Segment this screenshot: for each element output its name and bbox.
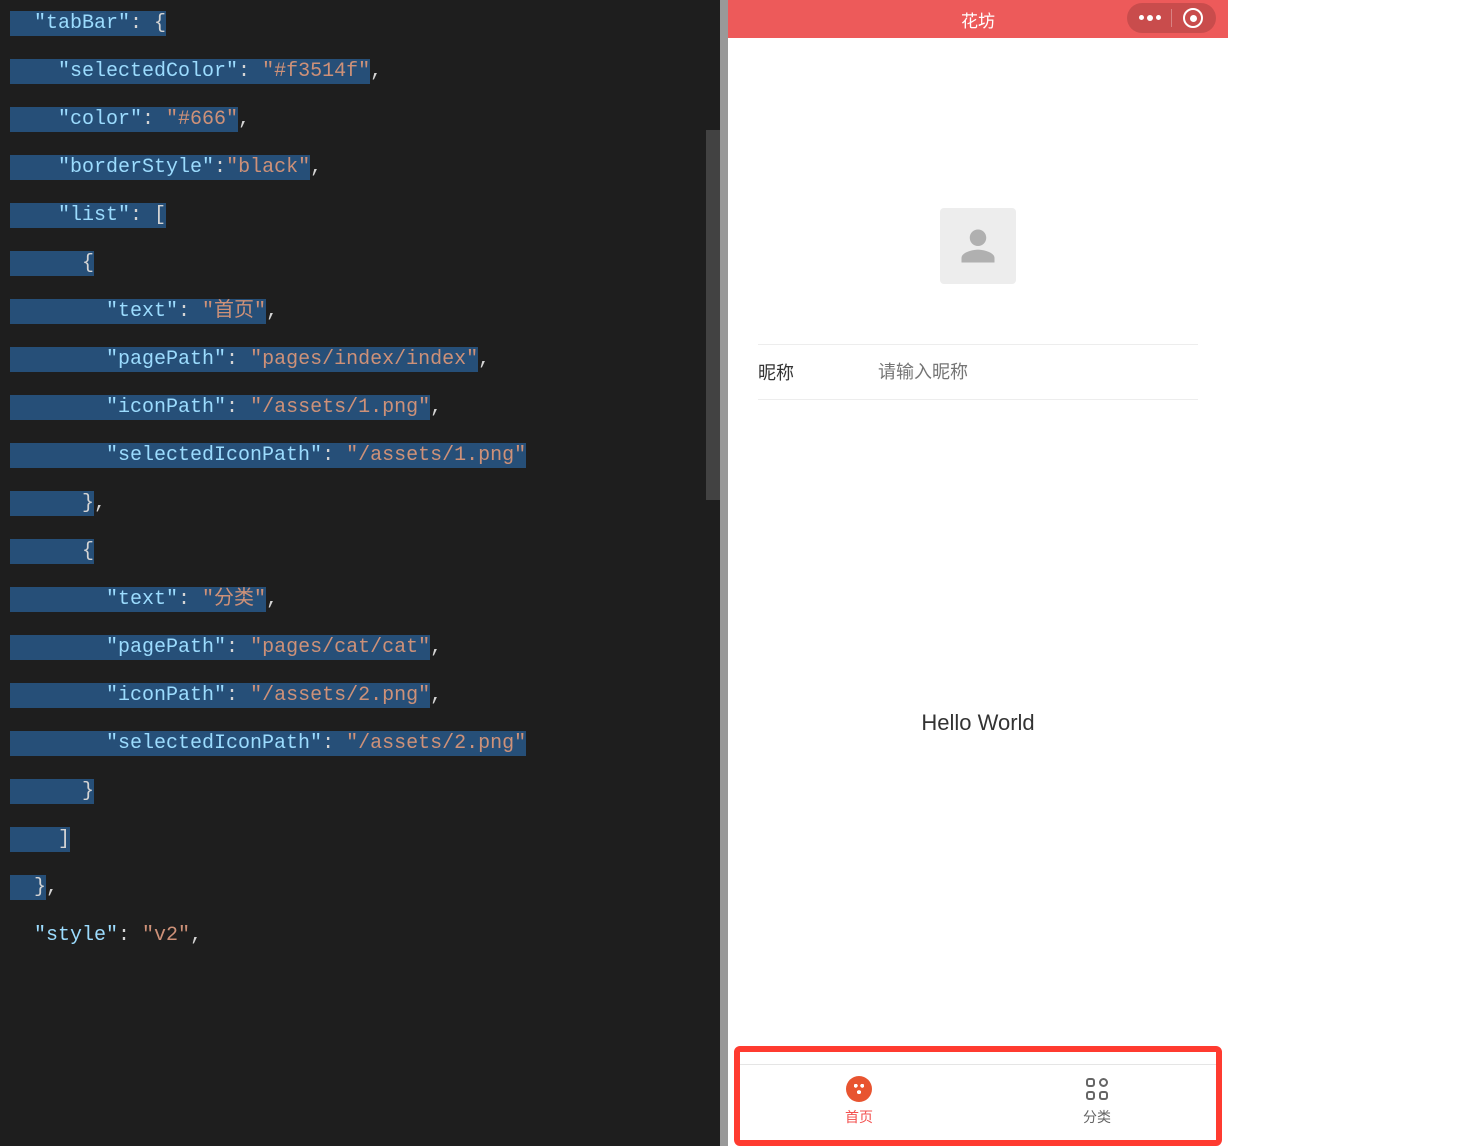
- dots-icon: [1139, 15, 1161, 21]
- panel-divider[interactable]: [720, 0, 728, 1146]
- avatar-button[interactable]: [940, 208, 1016, 284]
- code-editor[interactable]: "tabBar": { "selectedColor": "#f3514f", …: [0, 0, 720, 1146]
- page-title: 花坊: [961, 7, 995, 32]
- simulator-navbar: 花坊: [728, 0, 1228, 38]
- tab-bar: 首页 分类: [740, 1064, 1216, 1136]
- menu-button[interactable]: [1129, 4, 1171, 32]
- tab-category[interactable]: 分类: [978, 1065, 1216, 1136]
- tab-label: 首页: [845, 1107, 873, 1127]
- nickname-label: 昵称: [758, 359, 878, 385]
- tab-home[interactable]: 首页: [740, 1065, 978, 1136]
- user-icon: [956, 224, 1000, 268]
- nickname-input[interactable]: [878, 362, 1198, 383]
- avatar-section: [728, 38, 1228, 284]
- nickname-row: 昵称: [758, 344, 1198, 400]
- miniprogram-simulator: 花坊 昵称: [728, 0, 1228, 1146]
- grid-icon: [1083, 1075, 1111, 1103]
- target-icon: [1183, 8, 1203, 28]
- hello-text: Hello World: [728, 710, 1228, 736]
- scrollbar-thumb[interactable]: [706, 130, 720, 500]
- close-button[interactable]: [1172, 4, 1214, 32]
- flower-icon: [845, 1075, 873, 1103]
- editor-scrollbar[interactable]: [706, 0, 720, 1146]
- capsule-menu: [1127, 3, 1216, 33]
- simulator-body: 昵称 Hello World: [728, 38, 1228, 1146]
- tab-label: 分类: [1083, 1107, 1111, 1127]
